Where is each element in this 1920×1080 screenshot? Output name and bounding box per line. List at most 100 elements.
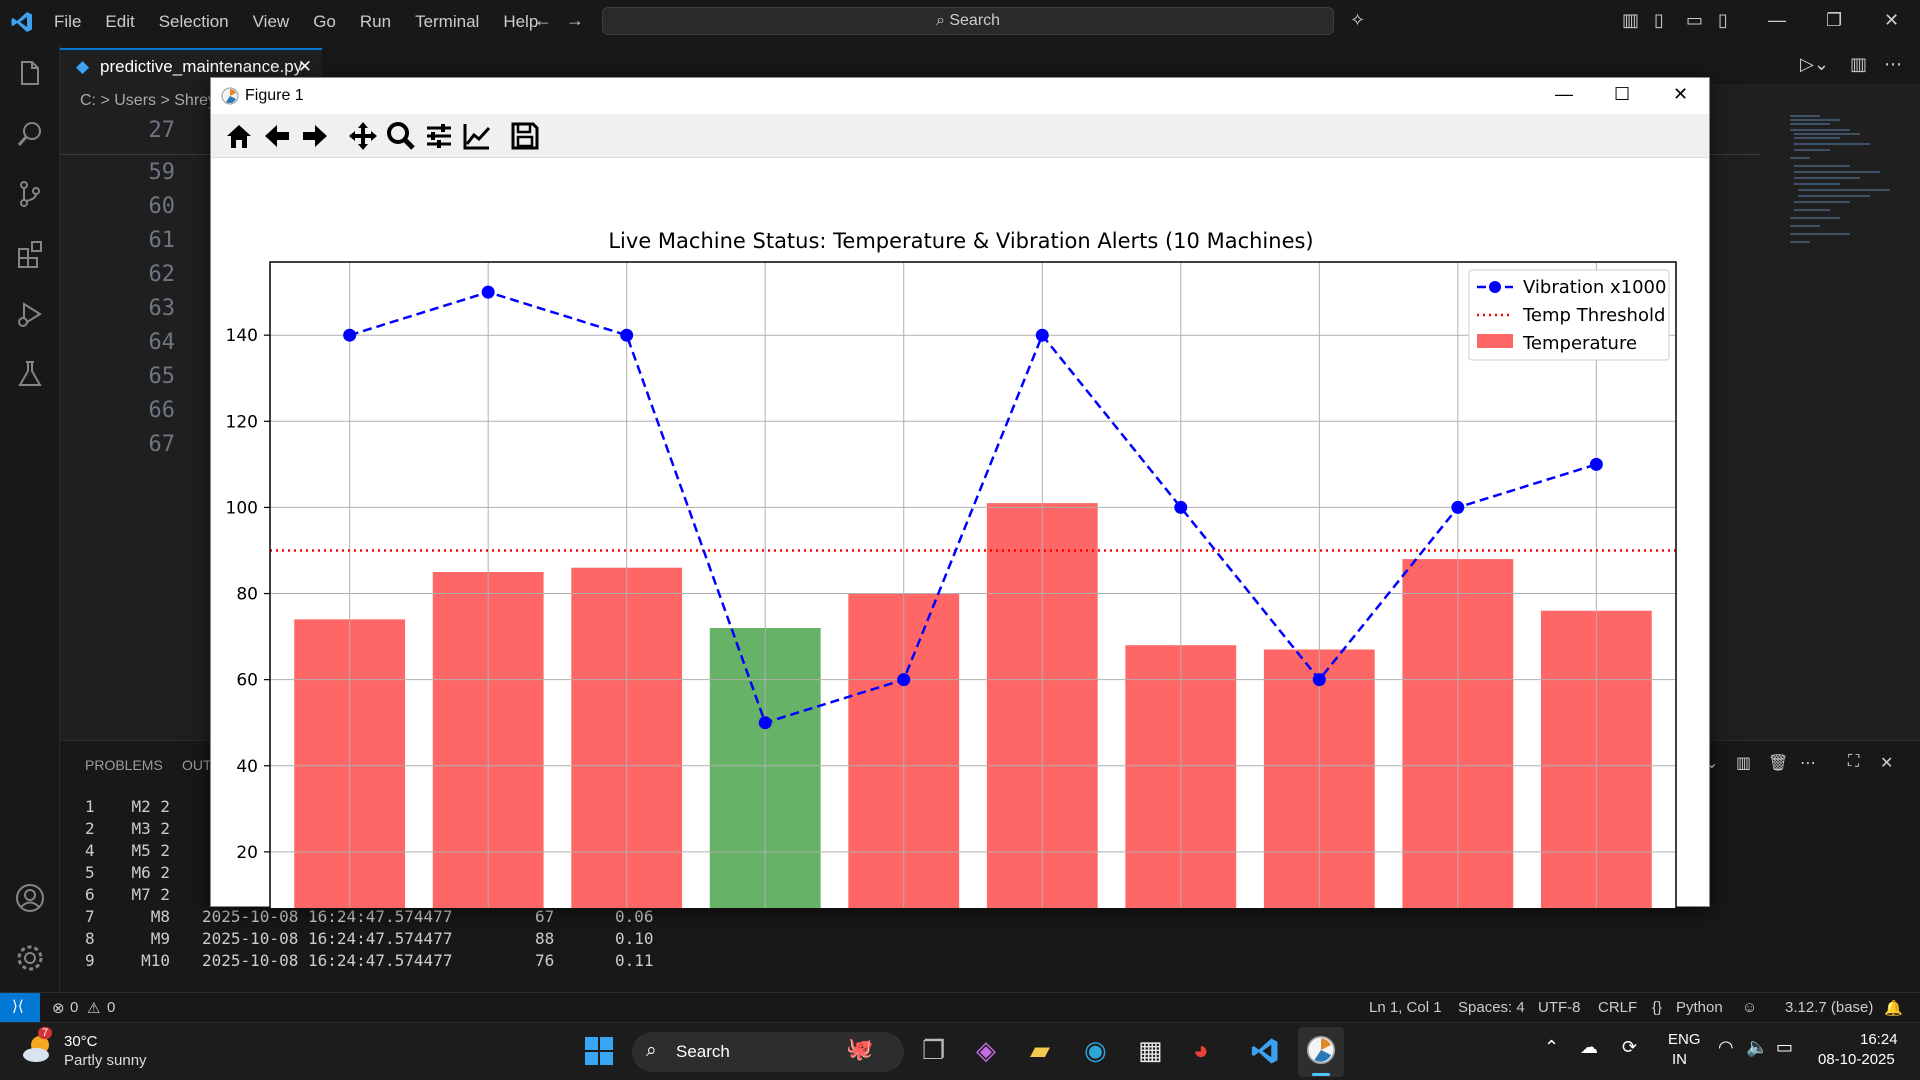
error-count[interactable]: 0: [70, 999, 78, 1016]
taskbar-search[interactable]: ⌕ Search 🐙: [632, 1032, 904, 1072]
configure-subplots-icon[interactable]: [423, 120, 455, 152]
clock-time[interactable]: 16:24: [1860, 1031, 1898, 1048]
vscode-taskbar-icon[interactable]: [1250, 1036, 1280, 1066]
menu-view[interactable]: View: [241, 12, 302, 32]
active-app-indicator: [1312, 1073, 1330, 1076]
split-terminal-icon[interactable]: ▥: [1736, 753, 1751, 773]
menu-terminal[interactable]: Terminal: [403, 12, 491, 32]
close-panel-icon[interactable]: ✕: [1880, 753, 1893, 773]
language-code[interactable]: ENG: [1668, 1031, 1701, 1048]
cursor-position[interactable]: Ln 1, Col 1: [1369, 999, 1442, 1016]
copilot-status-icon[interactable]: ☺: [1742, 999, 1757, 1016]
store-icon[interactable]: ▦: [1138, 1035, 1163, 1066]
machine-id: M10: [141, 951, 170, 970]
volume-icon[interactable]: 🔈: [1746, 1037, 1768, 1058]
menu-edit[interactable]: Edit: [93, 12, 146, 32]
extensions-icon[interactable]: [14, 238, 46, 270]
figure-close-icon[interactable]: ✕: [1673, 84, 1688, 105]
forward-icon[interactable]: [299, 120, 331, 152]
line-ending[interactable]: CRLF: [1598, 999, 1637, 1016]
tab-problems[interactable]: PROBLEMS: [85, 757, 163, 773]
vibration-point-M5: [897, 673, 911, 687]
weather-temperature[interactable]: 30°C: [64, 1033, 98, 1050]
temperature-value: 76: [535, 951, 555, 970]
pan-icon[interactable]: [347, 120, 379, 152]
indentation[interactable]: Spaces: 4: [1458, 999, 1525, 1016]
split-editor-icon[interactable]: ▥: [1850, 54, 1867, 75]
search-icon[interactable]: [14, 118, 46, 150]
legend-vibration-marker: [1489, 281, 1501, 293]
battery-icon[interactable]: ▭: [1776, 1037, 1793, 1058]
vibration-value: 0.10: [615, 929, 654, 948]
trash-icon[interactable]: 🗑: [1768, 753, 1788, 773]
zoom-icon[interactable]: [385, 120, 417, 152]
minimize-icon[interactable]: —: [1768, 10, 1786, 31]
windows-start-icon[interactable]: [584, 1036, 614, 1066]
figure-minimize-icon[interactable]: —: [1555, 84, 1573, 105]
back-icon[interactable]: [261, 120, 293, 152]
warning-icon[interactable]: ⚠: [87, 999, 100, 1017]
chrome-icon[interactable]: ◕: [1193, 1035, 1209, 1066]
remote-indicator[interactable]: ⟩⟨: [0, 993, 40, 1023]
language-region[interactable]: IN: [1672, 1051, 1687, 1068]
toggle-secondary-sidebar-icon[interactable]: ▯: [1718, 10, 1728, 31]
source-control-icon[interactable]: [14, 178, 46, 210]
forward-arrow-icon[interactable]: →: [566, 10, 584, 31]
toggle-panel-icon[interactable]: ▭: [1686, 10, 1703, 31]
encoding[interactable]: UTF-8: [1538, 999, 1581, 1016]
menu-go[interactable]: Go: [301, 12, 348, 32]
restore-icon[interactable]: ❐: [1826, 10, 1842, 31]
bell-icon[interactable]: 🔔: [1884, 999, 1903, 1017]
more-icon[interactable]: ⋯: [1800, 753, 1816, 773]
language-mode[interactable]: Python: [1676, 999, 1723, 1016]
run-python-icon[interactable]: ▷⌄: [1800, 54, 1829, 75]
breadcrumb[interactable]: C: > Users > Shrey: [80, 92, 216, 110]
line-number: 66: [148, 398, 176, 423]
wifi-icon[interactable]: ◠: [1718, 1037, 1734, 1058]
python-figure-taskbar-item[interactable]: [1298, 1027, 1344, 1077]
command-search[interactable]: ⌕ Search: [602, 7, 1334, 35]
save-icon[interactable]: [509, 120, 541, 152]
sync-icon[interactable]: ⟳: [1622, 1037, 1637, 1058]
remote-icon: ⟩⟨: [12, 998, 24, 1015]
tab-output[interactable]: OUT: [182, 757, 212, 773]
run-debug-icon[interactable]: [14, 298, 46, 330]
testing-icon[interactable]: [14, 358, 46, 390]
row-index: 2: [85, 819, 95, 838]
menu-run[interactable]: Run: [348, 12, 403, 32]
onedrive-icon[interactable]: ☁: [1580, 1037, 1598, 1058]
menu-file[interactable]: File: [42, 12, 93, 32]
file-explorer-icon[interactable]: ▰: [1030, 1035, 1050, 1066]
home-icon[interactable]: [223, 120, 255, 152]
more-actions-icon[interactable]: ⋯: [1884, 54, 1902, 75]
error-icon[interactable]: ⊗: [52, 999, 65, 1017]
clock-date[interactable]: 08-10-2025: [1818, 1051, 1895, 1068]
y-tick-label: 40: [236, 757, 258, 777]
maximize-panel-icon[interactable]: ⛶: [1848, 753, 1859, 771]
edit-axes-icon[interactable]: [461, 120, 493, 152]
account-icon[interactable]: [14, 882, 46, 914]
back-arrow-icon[interactable]: ←: [534, 10, 552, 31]
interpreter[interactable]: 3.12.7 (base): [1785, 999, 1873, 1016]
task-view-icon[interactable]: ❐: [922, 1035, 945, 1066]
toggle-sidebar-icon[interactable]: ▯: [1654, 10, 1664, 31]
minimap[interactable]: [1780, 110, 1900, 250]
explorer-icon[interactable]: [14, 58, 46, 90]
weather-description[interactable]: Partly sunny: [64, 1052, 147, 1069]
chevron-up-icon[interactable]: ⌃: [1544, 1037, 1559, 1058]
row-index: 4: [85, 841, 95, 860]
settings-gear-icon[interactable]: [14, 942, 46, 974]
weather-widget[interactable]: 7: [20, 1027, 56, 1067]
layout-icon[interactable]: ▥: [1622, 10, 1639, 31]
copilot-icon[interactable]: ✧: [1350, 10, 1365, 31]
edge-icon[interactable]: ◉: [1084, 1035, 1107, 1066]
vibration-point-M2: [481, 285, 495, 299]
figure-maximize-icon[interactable]: ☐: [1614, 84, 1630, 105]
tab-label: predictive_maintenance.py: [100, 57, 303, 76]
menu-selection[interactable]: Selection: [147, 12, 241, 32]
matplotlib-figure-window: Figure 1 — ☐ ✕ Live Machine Status: Temp…: [210, 77, 1710, 908]
warning-count[interactable]: 0: [107, 999, 115, 1016]
close-icon[interactable]: ✕: [1884, 10, 1899, 31]
vibration-point-M7: [1174, 500, 1188, 514]
copilot-app-icon[interactable]: ◈: [976, 1035, 996, 1066]
